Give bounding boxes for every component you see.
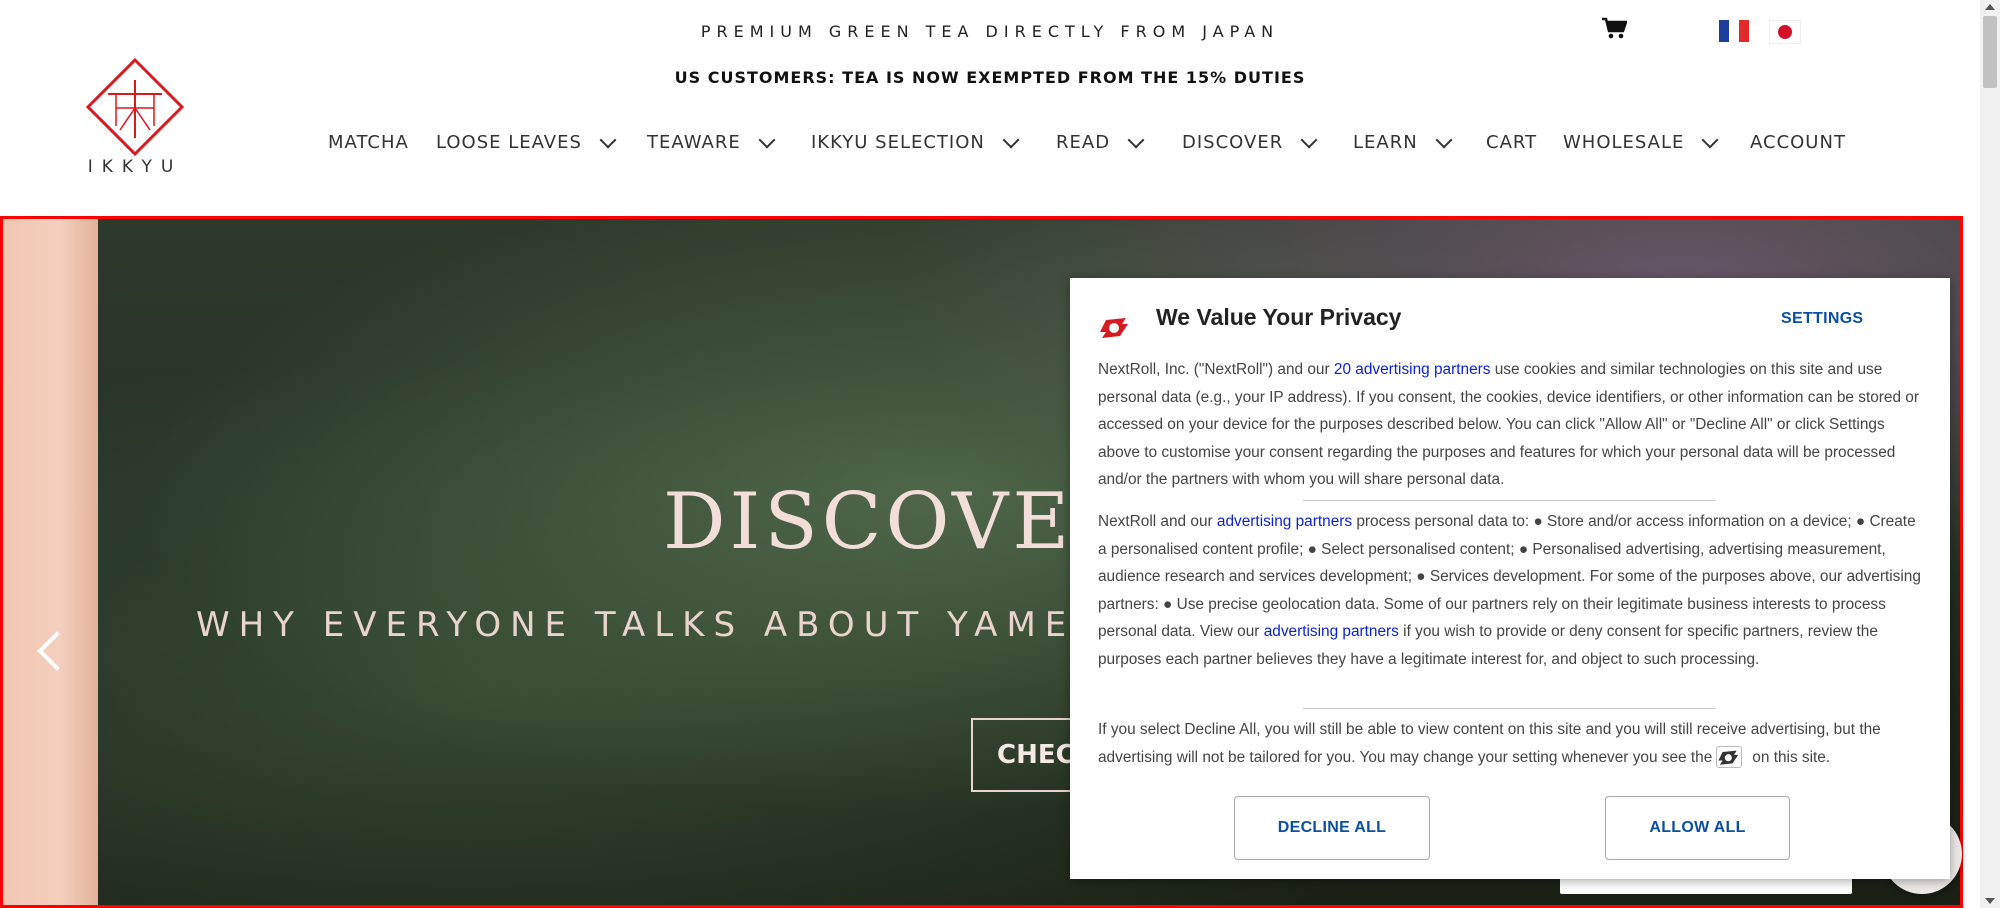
main-nav: MATCHA LOOSE LEAVES TEAWARE IKKYU SELECT… [0,131,2000,156]
decline-all-button[interactable]: DECLINE ALL [1234,796,1430,860]
chevron-down-icon [1300,131,1318,148]
nav-item-label: LEARN [1353,132,1418,153]
hero-subtitle: WHY EVERYONE TALKS ABOUT YAME [196,605,1076,645]
previous-slide-preview [3,219,98,905]
divider [1303,708,1716,709]
nav-item-label: MATCHA [328,132,409,153]
chevron-down-icon [1701,131,1719,148]
nav-item-label: TEAWARE [647,132,741,153]
cart-icon[interactable] [1601,16,1627,40]
nextroll-logo-icon [1100,318,1128,338]
scroll-up-arrow-icon[interactable] [1985,4,1995,10]
consent-paragraph-2: NextRoll and our advertising partners pr… [1098,508,1923,673]
nav-item-read[interactable]: READ [1056,131,1145,153]
nav-item-cart[interactable]: CART [1486,132,1537,153]
nav-item-ikkyu-selection[interactable]: IKKYU SELECTION [811,131,1020,153]
nextroll-inline-logo-icon [1716,746,1743,769]
japan-flag-icon[interactable] [1769,20,1801,44]
nav-item-wholesale[interactable]: WHOLESALE [1563,131,1719,153]
advertising-partners-link[interactable]: advertising partners [1217,513,1352,530]
advertising-partners-link[interactable]: advertising partners [1264,623,1399,640]
nav-item-label: ACCOUNT [1750,132,1846,153]
ikkyu-logo[interactable]: IKKYU [70,58,200,178]
paragraph-text: NextRoll, Inc. ("NextRoll") and our [1098,361,1334,378]
chevron-down-icon [1435,131,1453,148]
consent-paragraph-3: If you select Decline All, you will stil… [1098,716,1923,771]
nav-item-teaware[interactable]: TEAWARE [647,131,776,153]
paragraph-text: NextRoll and our [1098,513,1217,530]
paragraph-text: process personal data to: ● Store and/or… [1098,513,1921,640]
page-scrollbar[interactable] [1980,0,2000,908]
consent-paragraph-1: NextRoll, Inc. ("NextRoll") and our 20 a… [1098,356,1923,494]
chevron-down-icon [1002,131,1020,148]
nav-item-matcha[interactable]: MATCHA [328,132,409,153]
logo-text: IKKYU [87,157,183,177]
allow-all-button[interactable]: ALLOW ALL [1605,796,1790,860]
settings-link[interactable]: SETTINGS [1781,310,1863,328]
chevron-down-icon [1127,131,1145,148]
divider [1303,500,1716,501]
nav-item-label: READ [1056,132,1111,153]
france-flag-icon[interactable] [1719,20,1749,42]
chevron-down-icon [599,131,617,148]
nav-item-label: DISCOVER [1182,132,1284,153]
nav-item-label: IKKYU SELECTION [811,132,985,153]
scroll-down-arrow-icon[interactable] [1985,898,1995,904]
advertising-partners-link[interactable]: 20 advertising partners [1334,361,1491,378]
duties-notice: US CUSTOMERS: TEA IS NOW EXEMPTED FROM T… [674,68,1306,87]
privacy-consent-dialog: We Value Your Privacy SETTINGS NextRoll,… [1070,278,1950,879]
nav-item-label: CART [1486,132,1538,153]
nav-item-label: WHOLESALE [1563,132,1685,153]
paragraph-text: on this site. [1752,748,1831,766]
nav-item-loose-leaves[interactable]: LOOSE LEAVES [436,131,617,153]
nav-item-account[interactable]: ACCOUNT [1750,132,1846,153]
dialog-title: We Value Your Privacy [1156,304,1402,330]
nav-item-learn[interactable]: LEARN [1353,131,1453,153]
nav-item-label: LOOSE LEAVES [436,132,582,153]
tagline: PREMIUM GREEN TEA DIRECTLY FROM JAPAN [700,22,1280,41]
chevron-down-icon [758,131,776,148]
hero-title: DISCOVER [663,477,1137,567]
scroll-thumb[interactable] [1983,16,1997,88]
nav-item-discover[interactable]: DISCOVER [1182,131,1318,153]
paragraph-text: use cookies and similar technologies on … [1098,361,1919,488]
